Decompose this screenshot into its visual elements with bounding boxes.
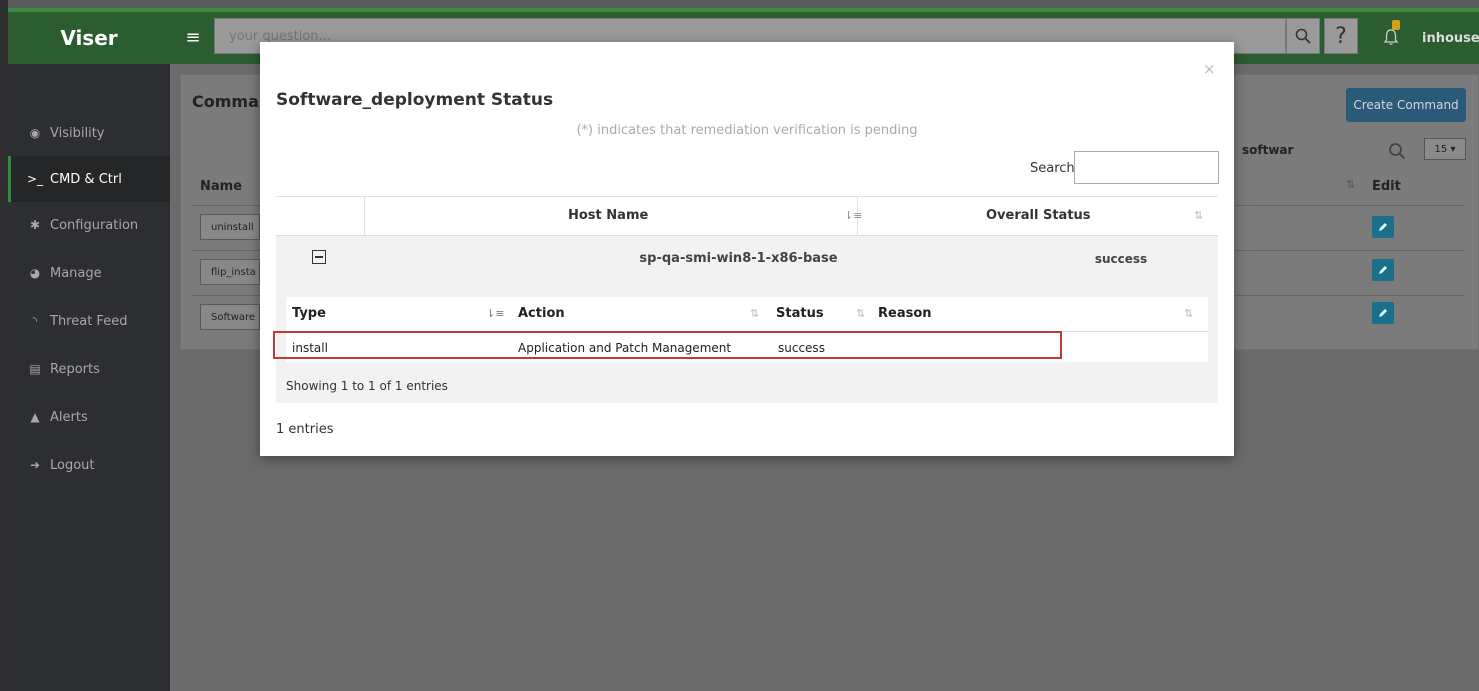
column-header-status[interactable]: Status — [776, 306, 824, 321]
warning-icon: ▲ — [30, 410, 40, 424]
column-header-host-name[interactable]: Host Name — [568, 208, 648, 223]
sidebar-item-manage[interactable]: ◕ Manage — [8, 250, 170, 296]
search-icon[interactable] — [1388, 142, 1406, 164]
gear-icon: ✱ — [29, 218, 41, 232]
pencil-icon — [1379, 309, 1387, 317]
status-modal: Software_deployment Status × (*) indicat… — [260, 42, 1234, 456]
table-search-value[interactable]: softwar — [1242, 143, 1293, 157]
edit-button[interactable] — [1372, 216, 1394, 238]
table-row-name[interactable]: uninstall — [200, 214, 260, 240]
sidebar-item-label: Alerts — [50, 409, 88, 425]
logout-icon: ➜ — [29, 458, 41, 472]
notification-badge — [1392, 20, 1400, 30]
detail-table-header: Type ⇂≡ Action ⇅ Status ⇅ Reason ⇅ — [286, 297, 1208, 332]
sidebar-item-threat-feed[interactable]: ◝ Threat Feed — [8, 298, 170, 344]
column-header-name[interactable]: Name — [200, 179, 242, 194]
sidebar-item-logout[interactable]: ➜ Logout — [8, 442, 170, 488]
user-menu[interactable]: inhouse — [1422, 12, 1479, 64]
entries-count: 1 entries — [276, 422, 334, 437]
sidebar-item-label: Reports — [50, 361, 100, 377]
window-frame-left — [0, 0, 8, 691]
sort-icon[interactable]: ⇅ — [1184, 307, 1193, 320]
modal-title: Software_deployment Status — [276, 90, 554, 110]
sidebar-item-visibility[interactable]: ◉ Visibility — [8, 110, 170, 156]
sort-asc-icon[interactable]: ⇂≡ — [844, 209, 862, 222]
page-size-select[interactable]: 15 ▾ — [1424, 138, 1466, 160]
sidebar-item-cmd-ctrl[interactable]: >_ CMD & Ctrl — [8, 156, 170, 202]
page-size-value: 15 — [1434, 143, 1448, 155]
help-button[interactable]: ? — [1324, 18, 1358, 54]
sidebar-item-label: Configuration — [50, 217, 139, 233]
sidebar-item-alerts[interactable]: ▲ Alerts — [8, 394, 170, 440]
overall-status-value: success — [1094, 252, 1148, 266]
sidebar-item-label: Manage — [50, 265, 102, 281]
showing-entries-info: Showing 1 to 1 of 1 entries — [286, 379, 448, 393]
sidebar-item-label: Logout — [50, 457, 95, 473]
pending-note: (*) indicates that remediation verificat… — [576, 123, 918, 138]
host-name-value: sp-qa-smi-win8-1-x86-base — [639, 251, 838, 266]
panel-title: Comma — [192, 92, 259, 111]
sidebar-item-reports[interactable]: ▤ Reports — [8, 346, 170, 392]
edit-button[interactable] — [1372, 259, 1394, 281]
pencil-icon — [1379, 266, 1387, 274]
question-mark-icon: ? — [1335, 23, 1347, 49]
table-row-name[interactable]: flip_insta — [200, 259, 260, 285]
create-command-button[interactable]: Create Command — [1346, 88, 1466, 122]
rss-icon: ◝ — [32, 314, 38, 328]
column-header-type[interactable]: Type — [292, 306, 326, 321]
edit-button[interactable] — [1372, 302, 1394, 324]
sidebar-item-label: CMD & Ctrl — [50, 171, 122, 187]
sidebar-item-label: Visibility — [50, 125, 105, 141]
column-header-edit: Edit — [1372, 179, 1401, 194]
brand-logo[interactable]: Viser — [8, 12, 170, 64]
column-divider — [364, 197, 365, 237]
column-header-overall-status[interactable]: Overall Status — [986, 208, 1091, 223]
close-icon[interactable]: × — [1203, 60, 1216, 78]
hamburger-menu-icon[interactable]: ≡ — [180, 24, 206, 50]
table-header: Host Name ⇂≡ Overall Status ⇅ — [276, 196, 1218, 237]
sort-icon[interactable]: ⇅ — [1194, 209, 1203, 222]
row-highlight-annotation — [273, 331, 1062, 359]
search-icon — [1295, 28, 1311, 44]
sidebar-item-label: Threat Feed — [50, 313, 128, 329]
terminal-icon: >_ — [26, 172, 44, 186]
eye-icon: ◉ — [29, 126, 41, 140]
column-header-action[interactable]: Action — [518, 306, 565, 321]
sort-icon[interactable]: ⇅ — [750, 307, 759, 320]
report-icon: ▤ — [29, 362, 41, 376]
sort-icon[interactable]: ⇅ — [1346, 178, 1355, 191]
expanded-row: sp-qa-smi-win8-1-x86-base success Type ⇂… — [276, 236, 1218, 403]
column-header-reason[interactable]: Reason — [878, 306, 932, 321]
modal-search-input[interactable] — [1074, 151, 1219, 184]
notifications-button[interactable] — [1376, 24, 1406, 50]
bell-icon — [1383, 29, 1399, 45]
sidebar-item-configuration[interactable]: ✱ Configuration — [8, 202, 170, 248]
pencil-icon — [1379, 223, 1387, 231]
sort-icon[interactable]: ⇅ — [856, 307, 865, 320]
search-button[interactable] — [1286, 18, 1320, 54]
sidebar: ◉ Visibility >_ CMD & Ctrl ✱ Configuration … — [8, 64, 170, 691]
sort-asc-icon[interactable]: ⇂≡ — [486, 307, 504, 320]
pie-chart-icon: ◕ — [29, 266, 41, 280]
table-row-name[interactable]: Software — [200, 304, 260, 330]
search-label: Search: — [1030, 161, 1080, 176]
